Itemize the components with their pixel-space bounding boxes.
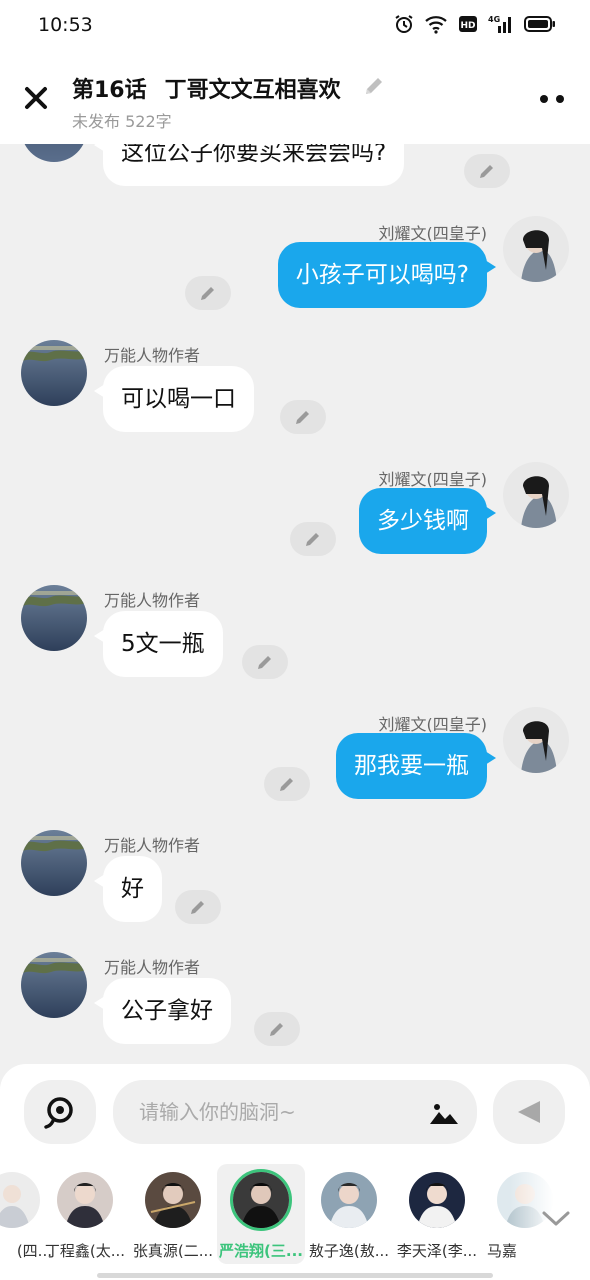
avatar-image <box>21 830 87 896</box>
avatar[interactable] <box>21 340 87 406</box>
edit-message-button[interactable] <box>280 400 326 434</box>
character-item[interactable]: 李天泽(李... <box>393 1164 481 1264</box>
avatar-image <box>503 462 569 528</box>
message-row: 刘耀文(四皇子) 多少钱啊 <box>0 460 590 570</box>
send-icon <box>518 1101 540 1123</box>
character-name: 敖子逸(敖... <box>308 1242 390 1260</box>
character-name: 李天泽(李... <box>396 1242 478 1260</box>
character-item[interactable]: 丁程鑫(太... <box>41 1164 129 1264</box>
edit-message-button[interactable] <box>264 767 310 801</box>
message-bubble[interactable]: 公子拿好 <box>94 978 231 1044</box>
sender-name: 万能人物作者 <box>104 591 201 610</box>
pencil-icon <box>296 411 309 424</box>
message-bubble[interactable]: 多少钱啊 <box>359 488 496 554</box>
status-time: 10:53 <box>38 14 93 36</box>
edit-message-button[interactable] <box>185 276 231 310</box>
message-row: 万能人物作者 5文一瓶 <box>0 583 590 683</box>
pencil-icon[interactable] <box>362 74 386 98</box>
message-row: 这位公子你要买来尝尝吗? <box>0 144 590 190</box>
svg-text:HD: HD <box>460 21 475 31</box>
avatar-image <box>21 340 87 406</box>
character-avatar <box>57 1172 113 1228</box>
status-icons: HD 4G <box>394 14 556 34</box>
message-row: 刘耀文(四皇子) 那我要一瓶 <box>0 705 590 815</box>
signal-icon: 4G <box>488 15 511 33</box>
episode-number: 第16话 <box>72 78 147 103</box>
avatar[interactable] <box>503 462 569 528</box>
pencil-icon <box>258 656 271 669</box>
character-item[interactable]: 敖子逸(敖... <box>305 1164 393 1264</box>
sender-name: 万能人物作者 <box>104 346 201 365</box>
avatar-image <box>503 216 569 282</box>
composer <box>0 1064 590 1160</box>
episode-meta: 未发布 522字 <box>72 112 172 131</box>
wifi-icon <box>425 16 447 34</box>
hd-icon: HD <box>459 16 477 32</box>
chat-thread[interactable]: 这位公子你要买来尝尝吗? 刘耀文(四皇子) 小孩子可以喝吗? 万能人物作者 可以… <box>0 144 590 1064</box>
character-avatar <box>409 1172 465 1228</box>
sender-name: 刘耀文(四皇子) <box>378 715 488 734</box>
character-name: 张真源(二... <box>132 1242 214 1260</box>
message-input[interactable] <box>113 1080 477 1144</box>
avatar-image <box>21 585 87 651</box>
character-avatar <box>321 1172 377 1228</box>
character-avatar <box>230 1169 292 1231</box>
pencil-icon <box>480 165 493 178</box>
alarm-icon <box>395 15 413 33</box>
message-bubble[interactable]: 这位公子你要买来尝尝吗? <box>93 144 405 186</box>
character-name: 丁程鑫(太... <box>44 1242 126 1260</box>
battery-icon <box>524 16 555 32</box>
character-avatar <box>0 1172 40 1228</box>
avatar-image <box>21 952 87 1018</box>
pencil-icon <box>306 533 319 546</box>
avatar[interactable] <box>21 952 87 1018</box>
edit-message-button[interactable] <box>290 522 336 556</box>
voice-icon <box>44 1097 73 1129</box>
message-row: 万能人物作者 可以喝一口 <box>0 338 590 438</box>
sender-name: 刘耀文(四皇子) <box>378 224 488 243</box>
edit-message-button[interactable] <box>464 154 510 188</box>
send-button[interactable] <box>493 1080 565 1144</box>
avatar[interactable] <box>503 707 569 773</box>
home-indicator <box>97 1273 493 1278</box>
sender-name: 刘耀文(四皇子) <box>378 470 488 489</box>
message-bubble[interactable]: 可以喝一口 <box>94 366 254 432</box>
sender-name: 万能人物作者 <box>104 836 201 855</box>
avatar[interactable] <box>503 216 569 282</box>
character-item-selected[interactable]: 严浩翔(三... <box>217 1164 305 1264</box>
pencil-icon <box>201 287 214 300</box>
avatar[interactable] <box>21 585 87 651</box>
character-avatar <box>145 1172 201 1228</box>
pencil-icon <box>270 1023 283 1036</box>
sender-name: 万能人物作者 <box>104 958 201 977</box>
more-icon[interactable] <box>538 92 568 106</box>
avatar-image <box>503 707 569 773</box>
header: 第16话 丁哥文文互相喜欢 未发布 522字 <box>0 52 590 144</box>
avatar[interactable] <box>21 830 87 896</box>
chapter-title: 丁哥文文互相喜欢 <box>164 78 341 103</box>
message-row: 万能人物作者 好 <box>0 828 590 928</box>
message-bubble[interactable]: 那我要一瓶 <box>336 733 496 799</box>
character-item[interactable]: 张真源(二... <box>129 1164 217 1264</box>
message-row: 刘耀文(四皇子) 小孩子可以喝吗? <box>0 214 590 324</box>
message-row: 万能人物作者 公子拿好 <box>0 950 590 1050</box>
pencil-icon <box>280 778 293 791</box>
image-icon[interactable] <box>428 1100 460 1126</box>
svg-text:4G: 4G <box>488 15 500 24</box>
voice-button[interactable] <box>24 1080 96 1144</box>
chevron-down-icon[interactable] <box>540 1206 572 1230</box>
avatar[interactable] <box>21 144 87 162</box>
pencil-icon <box>191 901 204 914</box>
message-bubble[interactable]: 小孩子可以喝吗? <box>277 242 497 308</box>
character-selector: (四... 丁程鑫(太... 张真源(二... 严浩翔(三... 敖子逸(敖..… <box>0 1160 590 1280</box>
edit-message-button[interactable] <box>254 1012 300 1046</box>
message-bubble[interactable]: 5文一瓶 <box>94 611 223 677</box>
episode-title: 第16话 丁哥文文互相喜欢 <box>72 72 359 104</box>
edit-message-button[interactable] <box>175 890 221 924</box>
character-name: 严浩翔(三... <box>219 1242 303 1260</box>
close-icon[interactable] <box>18 80 54 116</box>
status-bar: 10:53 HD 4G <box>0 0 590 52</box>
message-bubble[interactable]: 好 <box>94 856 162 922</box>
edit-message-button[interactable] <box>242 645 288 679</box>
